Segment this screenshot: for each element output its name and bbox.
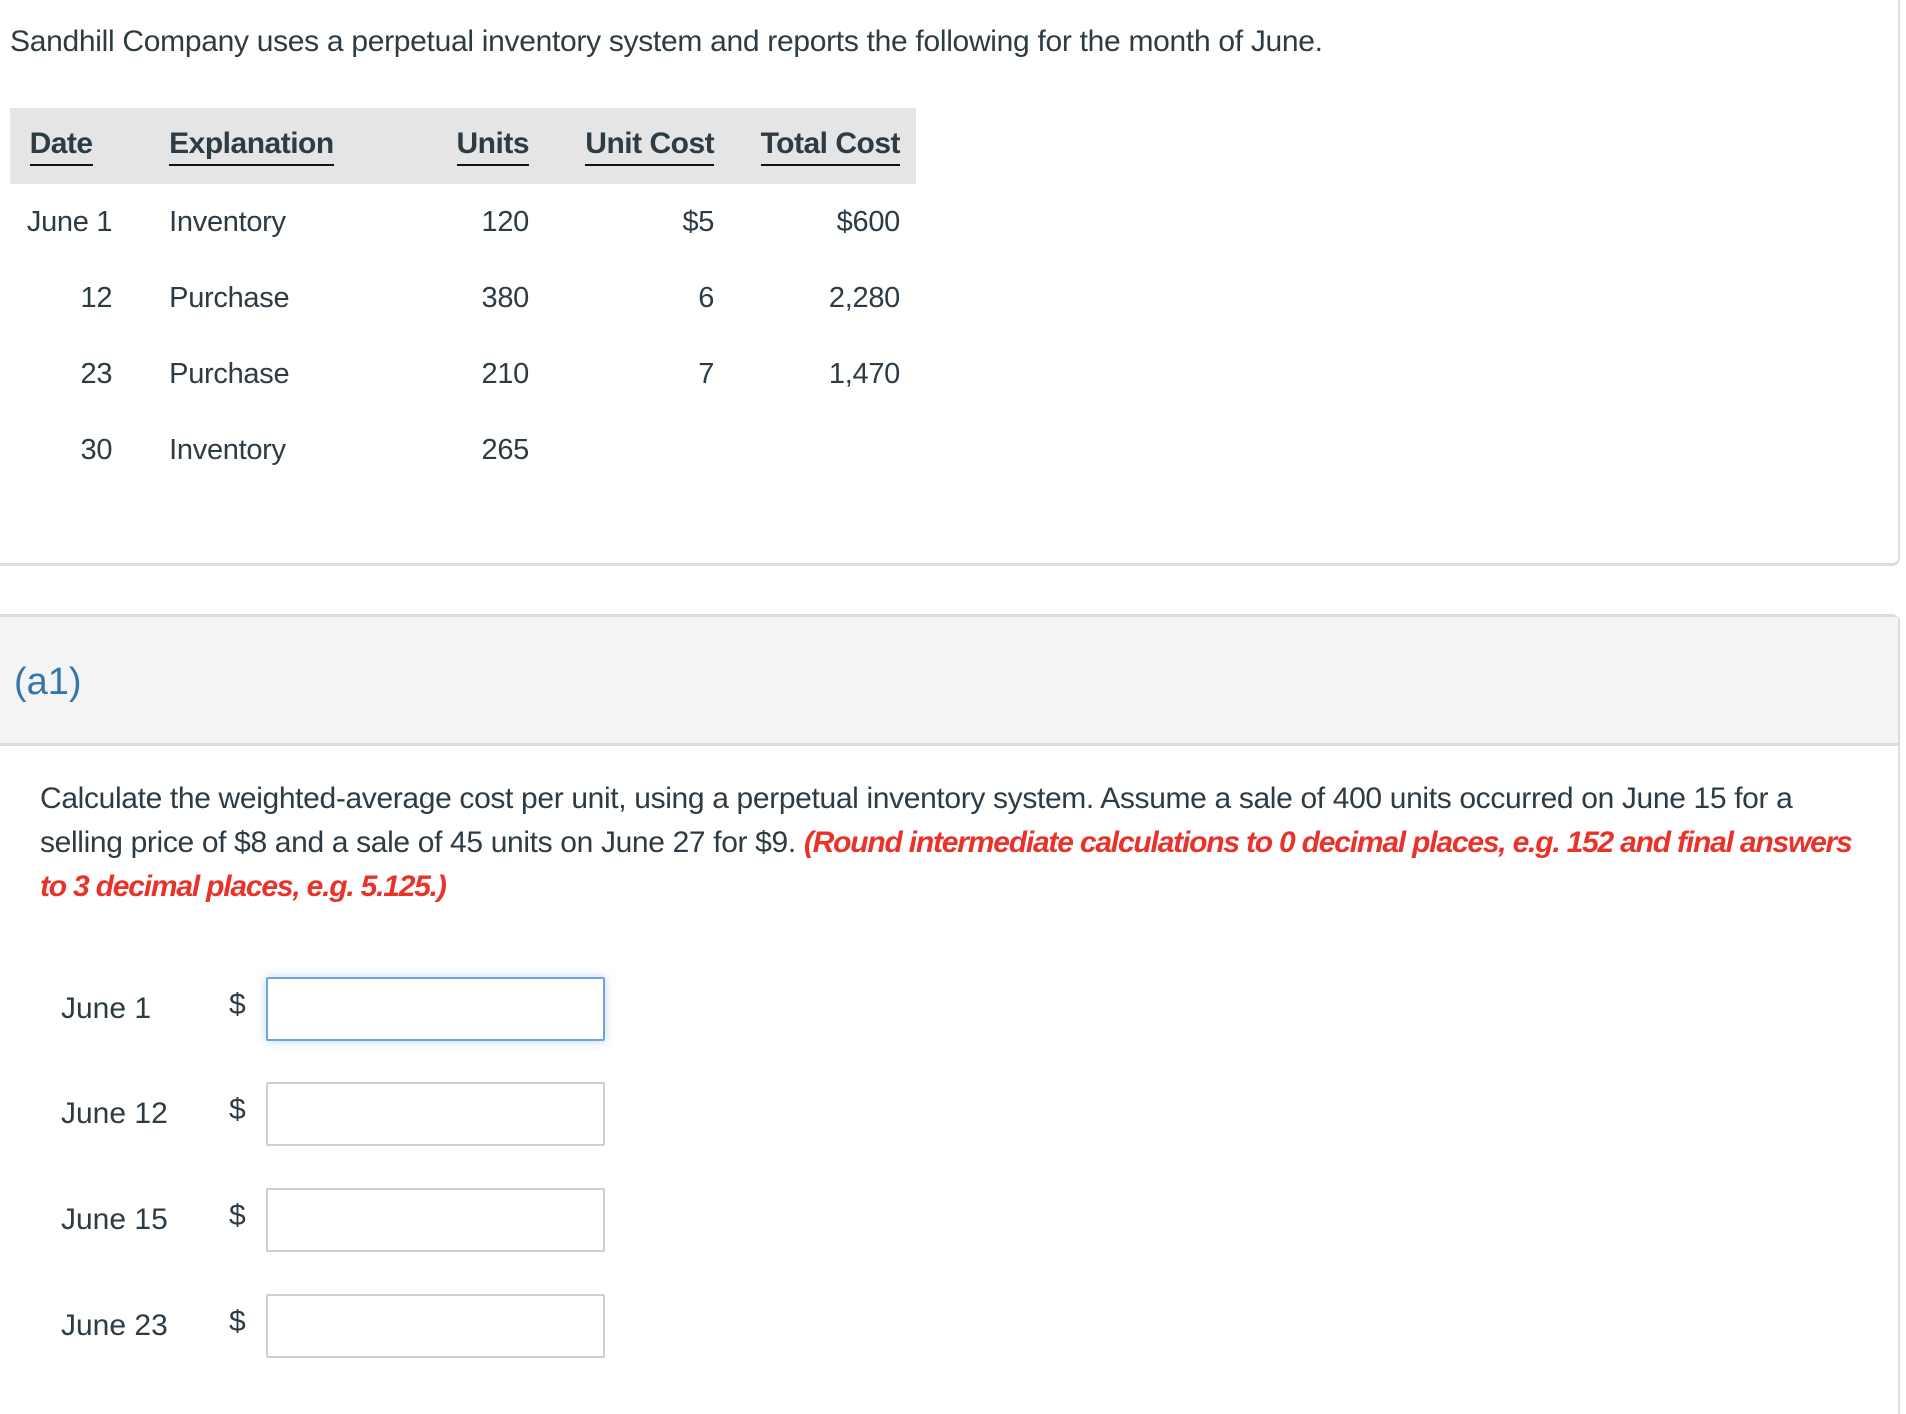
cell-explanation: Purchase: [169, 281, 290, 314]
header-total-cost: Total Cost: [714, 108, 916, 184]
inventory-table: Date Explanation Units Unit Cost Total C…: [10, 108, 916, 488]
cell-total-cost: [714, 412, 916, 488]
table-row: 30 Inventory 265: [10, 412, 916, 488]
answer-label: June 15: [61, 1203, 168, 1236]
header-units: Units: [352, 108, 529, 184]
answer-input-june-12[interactable]: [266, 1082, 605, 1146]
problem-card: Sandhill Company uses a perpetual invent…: [0, 0, 1900, 566]
problem-statement: Sandhill Company uses a perpetual invent…: [10, 25, 1323, 58]
cell-unit-cost: [529, 412, 714, 488]
cell-unit-cost: 7: [698, 357, 715, 390]
cell-date: 30: [80, 433, 113, 466]
cell-unit-cost: 6: [698, 281, 715, 314]
cell-date: 12: [80, 281, 113, 314]
cell-units: 120: [481, 205, 530, 238]
header-date: Date: [10, 108, 112, 184]
header-unit-cost: Unit Cost: [529, 108, 715, 184]
answer-input-june-15[interactable]: [266, 1188, 605, 1252]
dollar-sign: $: [229, 1305, 246, 1338]
table-row: 12 Purchase 380 6 2,280: [10, 260, 916, 336]
cell-total-cost: 2,280: [828, 281, 900, 314]
answer-input-june-1[interactable]: [266, 977, 605, 1041]
cell-explanation: Inventory: [169, 205, 286, 238]
instructions: Calculate the weighted-average cost per …: [40, 777, 1870, 909]
dollar-sign: $: [229, 988, 246, 1021]
cell-explanation: Purchase: [169, 357, 290, 390]
cell-total-cost: 1,470: [828, 357, 900, 390]
table-header-row: Date Explanation Units Unit Cost Total C…: [10, 108, 916, 184]
header-explanation: Explanation: [112, 108, 352, 184]
answer-input-june-23[interactable]: [266, 1294, 605, 1358]
cell-units: 210: [481, 357, 530, 390]
cell-date: 23: [80, 357, 113, 390]
answer-label: June 23: [61, 1309, 168, 1342]
cell-units: 265: [481, 433, 530, 466]
part-label: (a1): [14, 661, 82, 703]
cell-unit-cost: $5: [682, 205, 715, 238]
cell-date: June 1: [26, 205, 113, 238]
dollar-sign: $: [229, 1199, 246, 1232]
cell-total-cost: $600: [836, 205, 901, 238]
question-part-card: (a1) Calculate the weighted-average cost…: [0, 614, 1900, 1414]
answer-label: June 12: [61, 1097, 168, 1130]
cell-explanation: Inventory: [169, 433, 286, 466]
answer-label: June 1: [61, 992, 152, 1025]
part-header: (a1): [0, 617, 1898, 746]
table-row: 23 Purchase 210 7 1,470: [10, 336, 916, 412]
cell-units: 380: [481, 281, 530, 314]
table-row: June 1 Inventory 120 $5 $600: [10, 184, 916, 260]
dollar-sign: $: [229, 1093, 246, 1126]
